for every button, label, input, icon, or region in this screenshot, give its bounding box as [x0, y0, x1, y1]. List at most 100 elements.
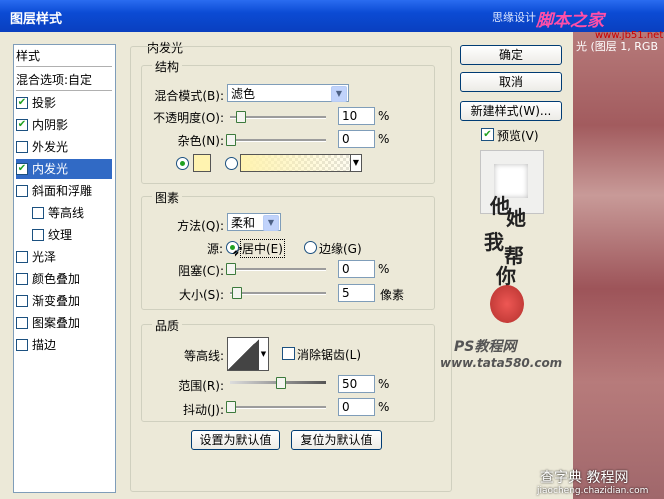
style-item[interactable]: ✔ 内阴影: [16, 115, 112, 135]
source-edge-label: 边缘(G): [319, 242, 362, 256]
solid-color-radio[interactable]: [176, 157, 189, 170]
style-item-checkbox[interactable]: [32, 228, 44, 241]
red-seal-stamp: [490, 285, 524, 323]
size-slider-track[interactable]: [230, 292, 326, 295]
blend-mode-label: 混合模式(B):: [154, 89, 224, 103]
ps-url-watermark: www.tata580.com: [440, 356, 563, 370]
style-item-checkbox[interactable]: ✔: [16, 96, 28, 109]
range-slider-thumb[interactable]: [276, 377, 286, 389]
chevron-down-icon: ▼: [331, 86, 347, 102]
style-item-checkbox[interactable]: [16, 338, 28, 351]
style-item[interactable]: 外发光: [16, 137, 112, 157]
style-item-checkbox[interactable]: [16, 140, 28, 153]
style-item-checkbox[interactable]: [16, 184, 28, 197]
structure-legend: 结构: [152, 58, 183, 75]
choke-input[interactable]: 0: [338, 260, 375, 278]
new-style-button[interactable]: 新建样式(W)...: [460, 101, 562, 121]
opacity-slider-thumb[interactable]: [236, 111, 246, 123]
style-item[interactable]: 纹理: [16, 225, 128, 245]
style-item-checkbox[interactable]: [16, 272, 28, 285]
style-item[interactable]: ✔ 投影: [16, 93, 112, 113]
bottom-url-watermark: jiaocheng.chazidian.com: [537, 486, 649, 496]
reset-default-button[interactable]: 复位为默认值: [291, 430, 382, 450]
style-item[interactable]: 描边: [16, 335, 112, 355]
noise-label: 杂色(N):: [177, 134, 224, 148]
contour-preview[interactable]: [227, 337, 261, 371]
size-input[interactable]: 5: [338, 284, 375, 302]
style-item-label: 颜色叠加: [32, 272, 81, 286]
chevron-down-icon[interactable]: ▼: [259, 337, 269, 371]
opacity-label: 不透明度(O):: [153, 111, 224, 125]
style-item-checkbox[interactable]: ✔: [16, 162, 28, 175]
photo-background: [573, 32, 664, 499]
style-item-label: 内发光: [32, 162, 69, 176]
quality-legend: 品质: [152, 317, 183, 334]
size-label: 大小(S):: [178, 288, 224, 302]
style-item-checkbox[interactable]: [32, 206, 44, 219]
preview-checkbox[interactable]: ✔: [481, 128, 494, 141]
style-item-label: 渐变叠加: [32, 294, 81, 308]
style-item-checkbox[interactable]: [16, 250, 28, 263]
style-item[interactable]: 斜面和浮雕: [16, 181, 112, 201]
noise-slider-track[interactable]: [230, 139, 326, 142]
glow-color-swatch[interactable]: [193, 154, 211, 172]
blend-mode-select[interactable]: 滤色 ▼: [227, 84, 349, 102]
size-slider-thumb[interactable]: [232, 287, 242, 299]
jitter-input[interactable]: 0: [338, 398, 375, 416]
style-item-label: 纹理: [48, 228, 73, 242]
choke-label: 阻塞(C):: [178, 264, 224, 278]
antialias-checkbox[interactable]: [282, 347, 295, 360]
jitter-label: 抖动(J):: [183, 403, 224, 417]
style-item-label: 图案叠加: [32, 316, 81, 330]
mouse-cursor-icon: ➶: [231, 241, 245, 260]
source-edge-radio[interactable]: [304, 241, 317, 254]
contour-label: 等高线:: [183, 349, 224, 363]
source-center-label: 居中(E): [240, 239, 285, 258]
noise-slider-thumb[interactable]: [226, 134, 236, 146]
style-item-checkbox[interactable]: [16, 294, 28, 307]
ok-button[interactable]: 确定: [460, 45, 562, 65]
style-item-label: 等高线: [48, 206, 85, 220]
style-item-checkbox[interactable]: ✔: [16, 118, 28, 131]
style-item-label: 描边: [32, 338, 57, 352]
source-label: 源:: [206, 242, 223, 256]
blend-options-item[interactable]: 混合选项:自定: [16, 70, 112, 91]
chevron-down-icon: ▼: [263, 215, 279, 231]
method-label: 方法(Q):: [177, 219, 224, 233]
calligraphy-char: 她: [506, 206, 526, 230]
make-default-button[interactable]: 设置为默认值: [191, 430, 280, 450]
style-item[interactable]: 颜色叠加: [16, 269, 112, 289]
jitter-slider-thumb[interactable]: [226, 401, 236, 413]
gradient-picker[interactable]: ▼: [240, 154, 362, 172]
style-item-label: 光泽: [32, 250, 57, 264]
style-item[interactable]: 图案叠加: [16, 313, 112, 333]
style-item-checkbox[interactable]: [16, 316, 28, 329]
choke-slider-track[interactable]: [230, 268, 326, 271]
style-item[interactable]: ✔ 内发光: [16, 159, 112, 179]
app-subtitle: 思缘设计: [492, 11, 536, 24]
calligraphy-watermark: 他她我帮你: [476, 190, 546, 290]
style-item-label: 投影: [32, 96, 57, 110]
elements-legend: 图素: [152, 189, 183, 206]
method-select[interactable]: 柔和 ▼: [227, 213, 281, 231]
cancel-button[interactable]: 取消: [460, 72, 562, 92]
choke-slider-thumb[interactable]: [226, 263, 236, 275]
style-item[interactable]: 渐变叠加: [16, 291, 112, 311]
jitter-slider-track[interactable]: [230, 406, 326, 409]
style-item[interactable]: 光泽: [16, 247, 112, 267]
style-item-label: 斜面和浮雕: [32, 184, 93, 198]
style-list: 样式 混合选项:自定 ✔ 投影 ✔ 内阴影 外发光 ✔ 内发光斜面和浮雕等高线纹理光泽颜色叠…: [13, 44, 116, 493]
choke-unit: %: [378, 262, 390, 276]
site-url-watermark: www.jb51.net: [595, 30, 664, 41]
size-unit: 像素: [380, 288, 405, 302]
method-value: 柔和: [231, 216, 256, 230]
noise-input[interactable]: 0: [338, 130, 375, 148]
opacity-input[interactable]: 10: [338, 107, 375, 125]
dialog-title: 图层样式: [10, 12, 63, 27]
blend-mode-value: 滤色: [231, 87, 256, 101]
style-item[interactable]: 等高线: [16, 203, 128, 223]
style-list-header[interactable]: 样式: [16, 46, 112, 67]
range-input[interactable]: 50: [338, 375, 375, 393]
style-list-header-label: 样式: [16, 49, 41, 63]
gradient-radio[interactable]: [225, 157, 238, 170]
